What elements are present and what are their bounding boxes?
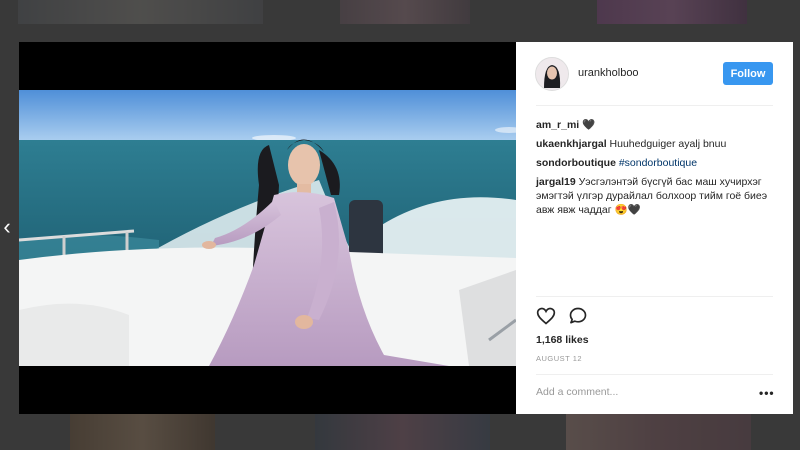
previous-arrow-icon[interactable]: ‹	[0, 212, 14, 242]
likes-count[interactable]: 1,168 likes	[536, 334, 589, 346]
comment-username[interactable]: jargal19	[536, 176, 576, 188]
comment-text: 🖤	[582, 119, 596, 131]
divider	[536, 374, 773, 375]
avatar-image	[536, 58, 568, 90]
avatar[interactable]	[535, 57, 569, 91]
divider	[536, 105, 773, 106]
comment-list: am_r_mi 🖤 ukaenkhjargal Huuhedguiger aya…	[536, 118, 776, 222]
post-date: AUGUST 12	[536, 354, 583, 363]
comment-item: am_r_mi 🖤	[536, 118, 776, 132]
comment-username[interactable]: am_r_mi	[536, 119, 579, 131]
comment-item: jargal19 Уэсгэлэнтэй бүсгүй бас маш хучи…	[536, 175, 776, 217]
divider	[536, 296, 773, 297]
comment-item: sondorboutique #sondorboutique	[536, 156, 776, 170]
follow-button[interactable]: Follow	[723, 62, 773, 85]
post-header: urankholboo Follow	[516, 42, 793, 104]
username-link[interactable]: urankholboo	[578, 67, 639, 79]
comment-username[interactable]: ukaenkhjargal	[536, 138, 607, 150]
post-detail-panel: urankholboo Follow am_r_mi 🖤 ukaenkhjarg…	[516, 42, 793, 414]
hashtag-link[interactable]: #sondorboutique	[619, 157, 697, 169]
add-comment-input[interactable]: Add a comment...	[536, 386, 618, 398]
post-media	[19, 42, 516, 414]
more-options-icon[interactable]: •••	[759, 386, 775, 400]
comment-username[interactable]: sondorboutique	[536, 157, 616, 169]
comment-text: Huuhedguiger ayalj bnuu	[609, 138, 727, 150]
post-photo	[19, 90, 516, 366]
comment-icon[interactable]	[568, 306, 588, 326]
comment-item: ukaenkhjargal Huuhedguiger ayalj bnuu	[536, 137, 776, 151]
heart-icon[interactable]	[536, 306, 556, 326]
